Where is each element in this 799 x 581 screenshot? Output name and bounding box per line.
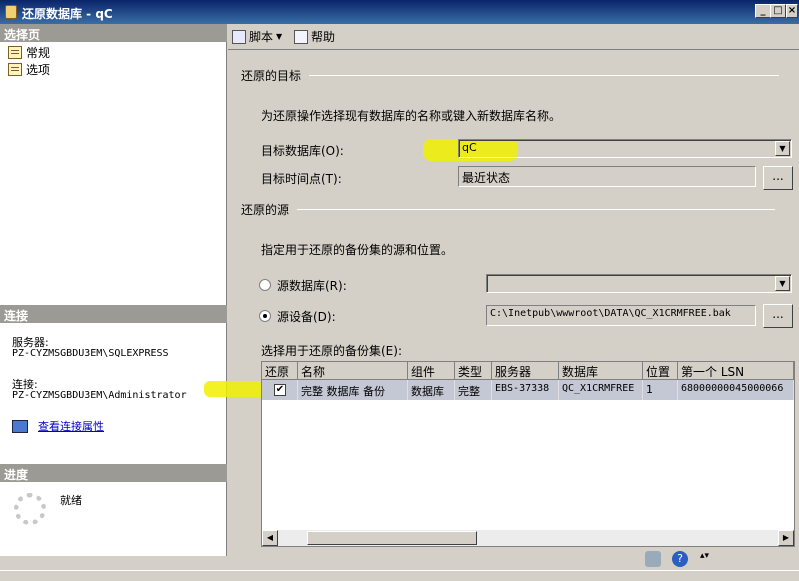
column-header[interactable]: 第一个 LSN (678, 362, 794, 380)
source-db-label: 源数据库(R): (277, 279, 347, 293)
nav-item-label: 常规 (26, 43, 51, 61)
column-header[interactable]: 位置 (643, 362, 678, 380)
position-cell: 1 (643, 380, 678, 400)
backup-sets-label: 选择用于还原的备份集(E): (261, 344, 402, 358)
progress-spinner-icon (14, 493, 46, 525)
taskbar (0, 570, 799, 581)
column-header[interactable]: 类型 (455, 362, 492, 380)
restore-target-group: 还原的目标 (241, 67, 780, 84)
left-pane: 选择页 常规 选项 连接 服务器: PZ-CYZMSGBDU3EM\SQLEXP… (0, 24, 227, 556)
divider (309, 75, 780, 76)
nav-item-label: 选项 (26, 62, 51, 77)
connection-header: 连接 (0, 305, 227, 323)
source-device-label: 源设备(D): (277, 310, 336, 324)
select-page-header: 选择页 (0, 24, 227, 42)
target-time-label: 目标时间点(T): (261, 172, 342, 186)
restore-checkbox[interactable]: ✔ (274, 384, 286, 396)
help-label: 帮助 (311, 30, 336, 44)
view-properties-link[interactable]: 查看连接属性 (38, 418, 104, 434)
highlight-mark (204, 381, 266, 397)
target-time-browse-button[interactable]: ... (763, 166, 793, 190)
nav-item-general[interactable]: 常规 (8, 43, 51, 61)
component-cell: 数据库 (408, 380, 455, 400)
scroll-right-icon[interactable]: ▶ (778, 530, 794, 546)
target-db-combo[interactable]: qC ▼ (458, 139, 792, 158)
horizontal-scrollbar[interactable]: ◀ ▶ (262, 530, 794, 546)
status-bar: ? ▴▾ (0, 548, 799, 570)
source-device-browse-button[interactable]: ... (763, 304, 793, 328)
first-lsn-cell: 68000000045000066 (678, 380, 794, 400)
help-button[interactable]: 帮助 (294, 28, 335, 45)
maximize-button[interactable]: □ (770, 4, 786, 18)
connection-value: PZ-CYZMSGBDU3EM\Administrator (12, 390, 187, 401)
target-time-field: 最近状态 (458, 166, 756, 187)
title-bar: 还原数据库 - qC _ □ × (0, 0, 799, 24)
column-header[interactable]: 数据库 (559, 362, 643, 380)
restore-source-group: 还原的源 (241, 201, 776, 218)
type-cell: 完整 (455, 380, 492, 400)
table-row[interactable]: ✔ 完整 数据库 备份 数据库 完整 EBS-37338 QC_X1CRMFRE… (262, 380, 794, 400)
column-header[interactable]: 还原 (262, 362, 298, 380)
database-cell: QC_X1CRMFREE (559, 380, 643, 400)
column-header[interactable]: 名称 (298, 362, 408, 380)
progress-status: 就绪 (60, 494, 82, 507)
resize-grip-icon[interactable]: ▴▾ (700, 551, 709, 561)
target-description: 为还原操作选择现有数据库的名称或键入新数据库名称。 (261, 109, 562, 123)
scroll-thumb[interactable] (307, 531, 477, 545)
script-button[interactable]: 脚本 ▼ (232, 28, 282, 45)
script-label: 脚本 (249, 30, 274, 44)
properties-icon (12, 419, 28, 433)
nav-item-options[interactable]: 选项 (8, 61, 50, 77)
target-db-value: qC (462, 141, 477, 154)
server-value: PZ-CYZMSGBDU3EM\SQLEXPRESS (12, 348, 169, 359)
progress-header: 进度 (0, 464, 227, 482)
page-icon (8, 62, 22, 76)
divider (297, 209, 776, 210)
group-label: 还原的目标 (241, 69, 302, 83)
column-header[interactable]: 服务器 (492, 362, 559, 380)
column-header[interactable]: 组件 (408, 362, 455, 380)
toolbar: 脚本 ▼ 帮助 (228, 24, 799, 50)
target-db-label: 目标数据库(O): (261, 144, 344, 158)
network-icon (645, 551, 661, 567)
name-cell: 完整 数据库 备份 (298, 380, 408, 400)
source-db-radio[interactable] (259, 279, 271, 291)
page-icon (8, 45, 22, 59)
source-device-radio[interactable] (259, 310, 271, 322)
script-icon (232, 29, 246, 44)
close-button[interactable]: × (786, 4, 798, 18)
source-description: 指定用于还原的备份集的源和位置。 (261, 243, 454, 257)
window-title: 还原数据库 - qC (22, 7, 113, 21)
server-cell: EBS-37338 (492, 380, 559, 400)
dropdown-arrow-icon[interactable]: ▼ (775, 141, 790, 156)
help-circle-icon[interactable]: ? (672, 551, 688, 567)
group-label: 还原的源 (241, 203, 290, 217)
dropdown-arrow-icon: ▼ (276, 32, 283, 41)
restore-cell[interactable]: ✔ (262, 380, 298, 400)
dropdown-arrow-icon[interactable]: ▼ (775, 276, 790, 291)
source-db-combo[interactable]: ▼ (486, 274, 792, 293)
backup-sets-table[interactable]: 还原 名称 组件 类型 服务器 数据库 位置 第一个 LSN ✔ 完整 数据库 … (261, 361, 795, 547)
scroll-left-icon[interactable]: ◀ (262, 530, 278, 546)
minimize-button[interactable]: _ (755, 4, 771, 18)
view-connection-properties[interactable]: 查看连接属性 (12, 418, 104, 434)
help-icon (294, 29, 308, 44)
source-device-field: C:\Inetpub\wwwroot\DATA\QC_X1CRMFREE.bak (486, 305, 756, 326)
database-icon (5, 5, 17, 19)
